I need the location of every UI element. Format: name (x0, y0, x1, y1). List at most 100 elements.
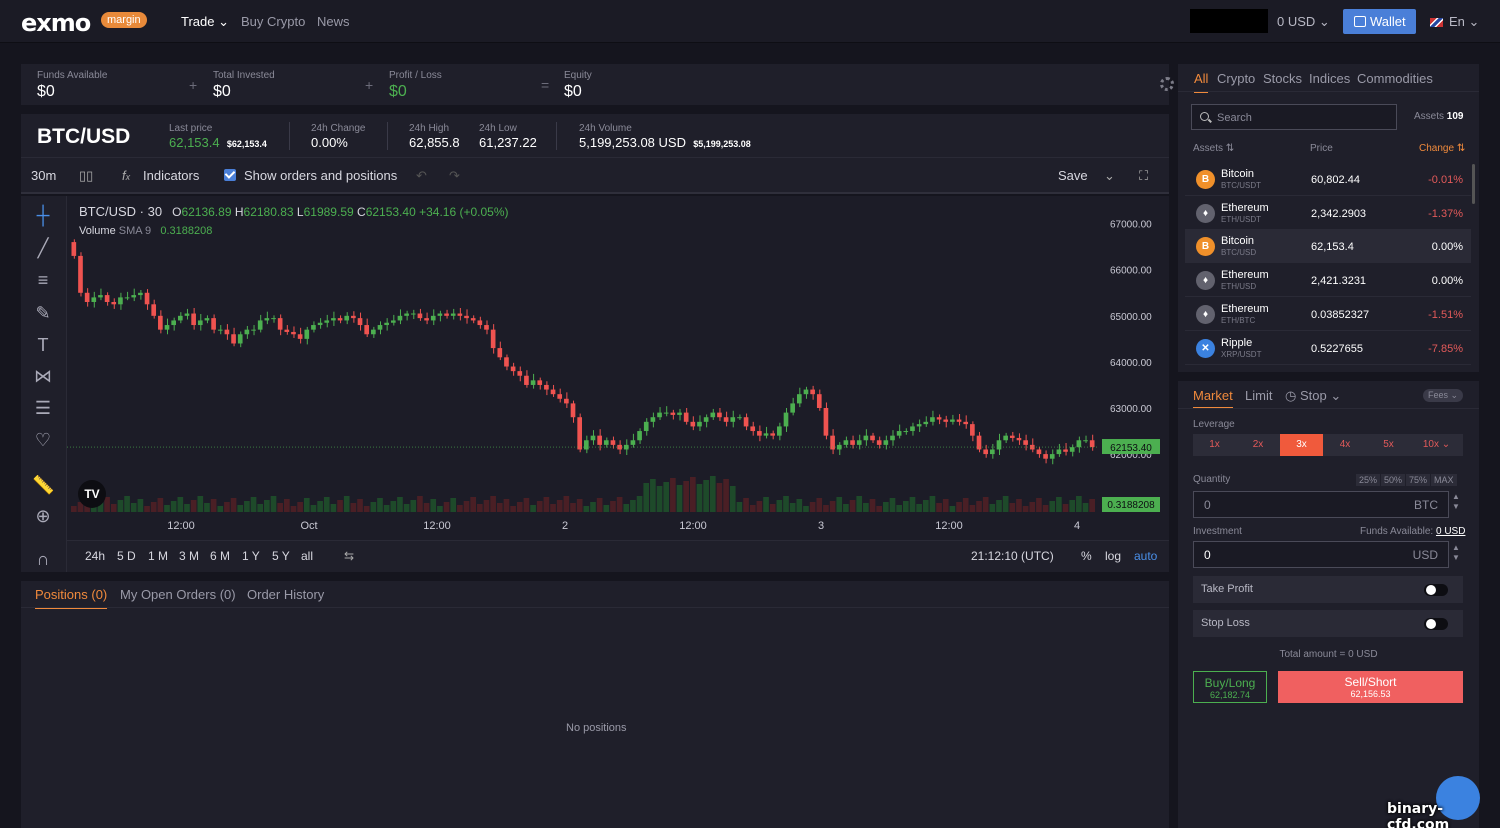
asset-row[interactable]: B Bitcoin BTC/USD 62,153.4 0.00% (1185, 230, 1471, 264)
asset-row[interactable]: ♦ Ethereum ETH/BTC 0.03852327 -1.51% (1185, 298, 1471, 331)
nav-news[interactable]: News (317, 14, 350, 29)
volume-bar (490, 496, 496, 512)
chevron-down-icon[interactable]: ⌄ (1104, 168, 1115, 184)
tradingview-logo[interactable]: TV (78, 480, 106, 508)
coin-icon: ♦ (1196, 271, 1215, 291)
tab-stocks[interactable]: Stocks (1263, 71, 1302, 91)
pct-25[interactable]: 25% (1356, 474, 1381, 486)
language-selector[interactable]: En ⌄ (1430, 14, 1479, 30)
leverage-5x[interactable]: 5x (1367, 434, 1410, 456)
asset-row[interactable]: ♦ Ethereum ETH/USDT 2,342.2903 -1.37% (1185, 197, 1471, 230)
leverage-4x[interactable]: 4x (1323, 434, 1367, 456)
candle-body (384, 322, 389, 326)
stop-loss-toggle[interactable] (1424, 618, 1448, 630)
funds-available-amount[interactable]: 0 USD (1436, 526, 1465, 537)
text-icon[interactable]: T (32, 334, 54, 356)
pct-max[interactable]: MAX (1431, 474, 1457, 486)
range-24h[interactable]: 24h (85, 549, 105, 563)
header-assets[interactable]: Assets ⇅ (1193, 143, 1234, 154)
fib-lines-icon[interactable]: ≡ (32, 269, 54, 291)
tab-open-orders[interactable]: My Open Orders (0) (120, 587, 236, 607)
fullscreen-icon[interactable]: ⛶ (1139, 168, 1148, 184)
volume-bar (623, 504, 630, 512)
redo-icon[interactable]: ↷ (449, 168, 460, 184)
gear-icon[interactable] (1160, 77, 1174, 91)
header-price[interactable]: Price (1310, 143, 1333, 154)
tab-crypto[interactable]: Crypto (1217, 71, 1255, 91)
range-5d[interactable]: 5 D (117, 549, 136, 563)
range-1y[interactable]: 1 Y (242, 549, 260, 563)
volume-bar (230, 498, 237, 512)
pattern-icon[interactable]: ⋈ (32, 365, 54, 387)
sell-short-button[interactable]: Sell/Short 62,156.53 (1278, 671, 1463, 703)
asset-row[interactable]: B Bitcoin BTC/USDT 60,802.44 -0.01% (1185, 163, 1471, 196)
magnet-icon[interactable]: ∩ (32, 548, 54, 570)
volume-bar (809, 502, 816, 512)
tab-order-history[interactable]: Order History (247, 587, 324, 607)
volume-bar (277, 503, 283, 512)
price-chart[interactable]: 67000.00 66000.00 65000.00 64000.00 63000.00… (67, 196, 1169, 540)
exmo-logo[interactable]: exmo (21, 9, 91, 37)
percent-toggle[interactable]: % (1081, 549, 1092, 563)
log-toggle[interactable]: log (1105, 549, 1121, 563)
candle-body (1069, 447, 1075, 452)
asset-row[interactable]: ♦ Ethereum ETH/USD 2,421.3231 0.00% (1185, 264, 1471, 298)
zoom-in-icon[interactable]: ⊕ (32, 505, 54, 527)
scrollbar[interactable] (1472, 164, 1475, 204)
indicators-button[interactable]: Indicators (143, 168, 199, 183)
divider (289, 122, 290, 150)
pct-75[interactable]: 75% (1406, 474, 1431, 486)
undo-icon[interactable]: ↶ (416, 168, 427, 184)
leverage-3x[interactable]: 3x (1280, 434, 1323, 456)
tab-commodities[interactable]: Commodities (1357, 71, 1433, 91)
auto-toggle[interactable]: auto (1134, 549, 1157, 563)
crosshair-icon[interactable]: ┼ (32, 204, 54, 226)
price-tick-label: 66000.00 (1110, 266, 1152, 277)
quantity-field[interactable]: 0 BTC (1193, 491, 1449, 518)
take-profit-toggle[interactable] (1424, 584, 1448, 596)
leverage-10x[interactable]: 10x ⌄ (1410, 434, 1463, 456)
tab-stop[interactable]: ◷ Stop ⌄ (1285, 388, 1341, 408)
goto-date-icon[interactable]: ⇆ (344, 549, 354, 563)
trendline-icon[interactable]: ╱ (32, 237, 54, 259)
pct-50[interactable]: 50% (1381, 474, 1406, 486)
range-6m[interactable]: 6 M (210, 549, 230, 563)
search-input[interactable]: Search (1191, 104, 1397, 130)
candles-icon[interactable]: ▯▯ (79, 168, 93, 184)
nav-buy-crypto[interactable]: Buy Crypto (241, 14, 305, 29)
volume-bar (137, 499, 144, 512)
volume-bar (71, 506, 77, 512)
range-3m[interactable]: 3 M (179, 549, 199, 563)
volume-bar (1056, 497, 1062, 512)
brush-icon[interactable]: ✎ (32, 302, 54, 324)
range-all[interactable]: all (301, 549, 313, 563)
leverage-2x[interactable]: 2x (1236, 434, 1280, 456)
range-1m[interactable]: 1 M (148, 549, 168, 563)
asset-row[interactable]: ✕ Ripple XRP/USDT 0.5227655 -7.85% (1185, 332, 1471, 365)
wallet-button[interactable]: Wallet (1343, 9, 1416, 34)
buy-long-button[interactable]: Buy/Long 62,182.74 (1193, 671, 1267, 703)
show-orders-checkbox[interactable] (224, 169, 236, 181)
volume-bar (843, 504, 849, 512)
tab-indices[interactable]: Indices (1309, 71, 1350, 91)
quantity-stepper[interactable]: ▲ ▼ (1452, 492, 1462, 512)
tab-market[interactable]: Market (1193, 388, 1233, 409)
nav-trade[interactable]: Trade ⌄ (181, 14, 229, 30)
prediction-icon[interactable]: ☰ (32, 397, 54, 419)
tab-limit[interactable]: Limit (1245, 388, 1272, 407)
header-change[interactable]: Change ⇅ (1419, 143, 1465, 154)
investment-field[interactable]: 0 USD (1193, 541, 1449, 568)
leverage-1x[interactable]: 1x (1193, 434, 1236, 456)
candle-body (564, 398, 569, 404)
save-button[interactable]: Save (1058, 168, 1088, 183)
interval-button[interactable]: 30m (31, 168, 56, 183)
heart-icon[interactable]: ♡ (32, 429, 54, 451)
tab-all[interactable]: All (1194, 71, 1209, 93)
tab-positions[interactable]: Positions (0) (35, 587, 108, 609)
ruler-icon[interactable]: 📏 (32, 474, 54, 496)
investment-stepper[interactable]: ▲ ▼ (1452, 543, 1462, 563)
fees-toggle[interactable]: Fees ⌄ (1423, 389, 1463, 402)
range-5y[interactable]: 5 Y (272, 549, 290, 563)
balance-dropdown[interactable]: 0 USD ⌄ (1277, 14, 1330, 30)
candle-body (996, 440, 1002, 450)
